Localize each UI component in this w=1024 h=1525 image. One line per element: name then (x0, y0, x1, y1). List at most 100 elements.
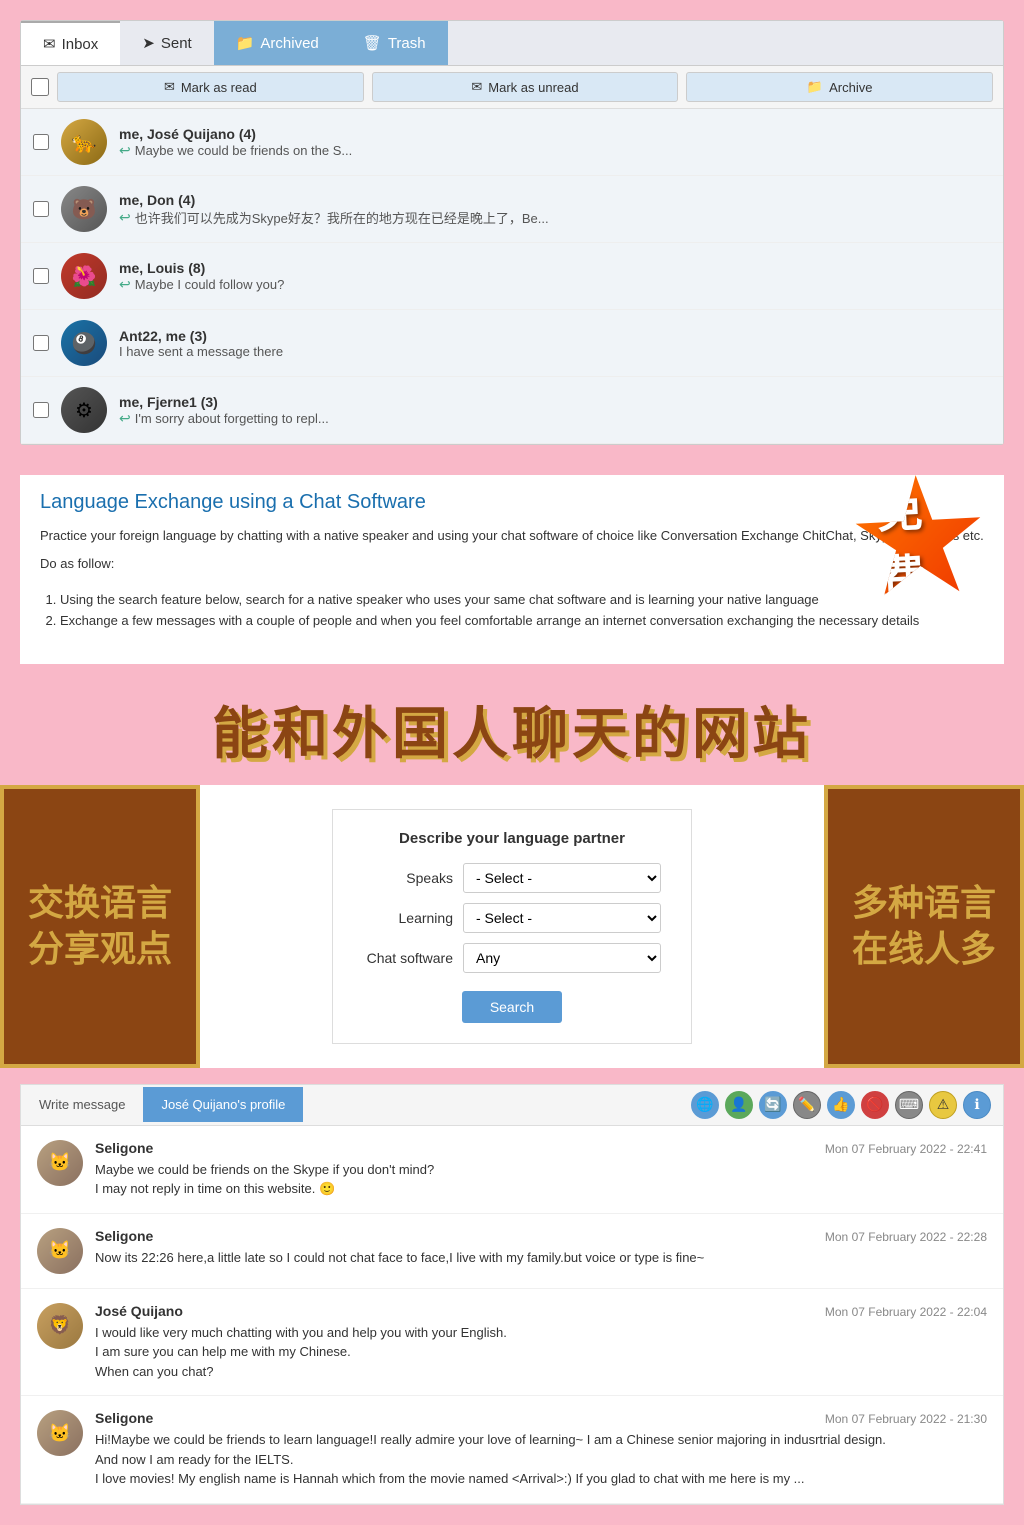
speaks-label: Speaks (363, 870, 453, 886)
message-info: Ant22, me (3) I have sent a message ther… (119, 328, 991, 359)
table-row[interactable]: 🐻 me, Don (4) ↩ 也许我们可以先成为Skype好友？我所在的地方现… (21, 176, 1003, 243)
inbox-action-bar: ✉ Mark as read ✉ Mark as unread 📁 Archiv… (21, 66, 1003, 109)
form-title: Describe your language partner (363, 830, 661, 847)
message-info: me, Don (4) ↩ 也许我们可以先成为Skype好友？我所在的地方现在已… (119, 192, 991, 227)
message-checkbox[interactable] (33, 201, 49, 217)
tab-sent[interactable]: ➤ Sent (120, 21, 213, 65)
archive-action-icon: 📁 (807, 79, 823, 95)
message-checkbox[interactable] (33, 335, 49, 351)
search-form-bg: Describe your language partner Speaks - … (200, 785, 824, 1068)
chat-timestamp: Mon 07 February 2022 - 22:04 (825, 1305, 987, 1319)
chat-header: José Quijano Mon 07 February 2022 - 22:0… (95, 1303, 987, 1319)
message-checkbox[interactable] (33, 402, 49, 418)
sent-icon: ➤ (142, 34, 155, 52)
message-info: me, Louis (8) ↩ Maybe I could follow you… (119, 260, 991, 293)
chat-software-label: Chat software (363, 950, 453, 966)
chat-header: Seligone Mon 07 February 2022 - 22:28 (95, 1228, 987, 1244)
chat-tab-group: Write message José Quijano's profile (21, 1087, 303, 1122)
chat-content: José Quijano Mon 07 February 2022 - 22:0… (95, 1303, 987, 1382)
speaks-row: Speaks - Select - (363, 863, 661, 893)
message-checkbox[interactable] (33, 268, 49, 284)
reply-icon: ↩ (119, 142, 131, 159)
chat-message: 🐱 Seligone Mon 07 February 2022 - 22:28 … (21, 1214, 1003, 1289)
message-sender: me, Louis (8) (119, 260, 991, 276)
chat-software-select[interactable]: Any (463, 943, 661, 973)
table-row[interactable]: ⚙ me, Fjerne1 (3) ↩ I'm sorry about forg… (21, 377, 1003, 444)
speaks-select[interactable]: - Select - (463, 863, 661, 893)
search-button[interactable]: Search (462, 991, 562, 1023)
chat-message: 🐱 Seligone Mon 07 February 2022 - 22:41 … (21, 1126, 1003, 1214)
step-2: Exchange a few messages with a couple of… (60, 611, 984, 632)
mark-unread-button[interactable]: ✉ Mark as unread (372, 72, 679, 102)
refresh-icon[interactable]: 🔄 (759, 1091, 787, 1119)
inbox-icon: ✉ (43, 35, 56, 53)
table-row[interactable]: 🎱 Ant22, me (3) I have sent a message th… (21, 310, 1003, 377)
learning-row: Learning - Select - (363, 903, 661, 933)
chat-header: Seligone Mon 07 February 2022 - 22:41 (95, 1140, 987, 1156)
learning-select[interactable]: - Select - (463, 903, 661, 933)
keyboard-icon[interactable]: ⌨ (895, 1091, 923, 1119)
search-form-wrapper: Describe your language partner Speaks - … (200, 785, 824, 1068)
message-preview: I have sent a message there (119, 344, 991, 359)
message-sender: me, Don (4) (119, 192, 991, 208)
chat-body: Hi!Maybe we could be friends to learn la… (95, 1430, 987, 1489)
globe-icon[interactable]: 🌐 (691, 1091, 719, 1119)
chat-body: Now its 22:26 here,a little late so I co… (95, 1248, 987, 1268)
tab-trash[interactable]: 🗑 Trash (341, 21, 448, 65)
mark-unread-icon: ✉ (471, 79, 482, 95)
avatar: 🐱 (37, 1228, 83, 1274)
chat-header: Seligone Mon 07 February 2022 - 21:30 (95, 1410, 987, 1426)
inbox-tabs: ✉ Inbox ➤ Sent 📁 Archived 🗑 Trash (21, 21, 1003, 66)
message-checkbox[interactable] (33, 134, 49, 150)
chat-timestamp: Mon 07 February 2022 - 22:41 (825, 1142, 987, 1156)
info-icon[interactable]: ℹ (963, 1091, 991, 1119)
chat-body: Maybe we could be friends on the Skype i… (95, 1160, 987, 1199)
avatar: 🐻 (61, 186, 107, 232)
chat-timestamp: Mon 07 February 2022 - 22:28 (825, 1230, 987, 1244)
lang-desc: Practice your foreign language by chatti… (40, 526, 984, 546)
mark-read-icon: ✉ (164, 79, 175, 95)
alert-icon[interactable]: ⚠ (929, 1091, 957, 1119)
chat-body: I would like very much chatting with you… (95, 1323, 987, 1382)
avatar: 🌺 (61, 253, 107, 299)
reply-icon: ↩ (119, 209, 131, 226)
chat-content: Seligone Mon 07 February 2022 - 21:30 Hi… (95, 1410, 987, 1489)
profile-tab[interactable]: José Quijano's profile (143, 1087, 303, 1122)
avatar: 🎱 (61, 320, 107, 366)
chat-content: Seligone Mon 07 February 2022 - 22:28 No… (95, 1228, 987, 1268)
tab-archived[interactable]: 📁 Archived (214, 21, 341, 65)
message-info: me, José Quijano (4) ↩ Maybe we could be… (119, 126, 991, 159)
avatar: 🐱 (37, 1410, 83, 1456)
table-row[interactable]: 🐆 me, José Quijano (4) ↩ Maybe we could … (21, 109, 1003, 176)
chat-message: 🐱 Seligone Mon 07 February 2022 - 21:30 … (21, 1396, 1003, 1504)
message-info: me, Fjerne1 (3) ↩ I'm sorry about forget… (119, 394, 991, 427)
avatar: 🐆 (61, 119, 107, 165)
block-icon[interactable]: 🚫 (861, 1091, 889, 1119)
mark-read-button[interactable]: ✉ Mark as read (57, 72, 364, 102)
select-all-checkbox[interactable] (31, 78, 49, 96)
write-message-tab[interactable]: Write message (21, 1087, 143, 1122)
trash-icon: 🗑 (363, 34, 382, 52)
like-icon[interactable]: 👍 (827, 1091, 855, 1119)
user-icon[interactable]: 👤 (725, 1091, 753, 1119)
tab-inbox[interactable]: ✉ Inbox (21, 21, 120, 65)
lang-exchange-title: Language Exchange using a Chat Software (40, 491, 984, 514)
chat-sender: Seligone (95, 1140, 153, 1156)
step-1: Using the search feature below, search f… (60, 590, 984, 611)
right-promo: 多种语言 在线人多 (824, 785, 1024, 1068)
chat-message: 🦁 José Quijano Mon 07 February 2022 - 22… (21, 1289, 1003, 1397)
table-row[interactable]: 🌺 me, Louis (8) ↩ Maybe I could follow y… (21, 243, 1003, 310)
chat-timestamp: Mon 07 February 2022 - 21:30 (825, 1412, 987, 1426)
message-sender: Ant22, me (3) (119, 328, 991, 344)
reply-icon: ↩ (119, 276, 131, 293)
chat-sender: José Quijano (95, 1303, 183, 1319)
left-promo: 交换语言 分享观点 (0, 785, 200, 1068)
message-preview: ↩ Maybe I could follow you? (119, 276, 991, 293)
learning-label: Learning (363, 910, 453, 926)
message-sender: me, Fjerne1 (3) (119, 394, 991, 410)
search-form: Describe your language partner Speaks - … (332, 809, 692, 1044)
edit-icon[interactable]: ✏️ (793, 1091, 821, 1119)
archive-button[interactable]: 📁 Archive (686, 72, 993, 102)
chat-icon-group: 🌐 👤 🔄 ✏️ 👍 🚫 ⌨ ⚠ ℹ (679, 1085, 1003, 1125)
archive-icon: 📁 (236, 34, 255, 52)
